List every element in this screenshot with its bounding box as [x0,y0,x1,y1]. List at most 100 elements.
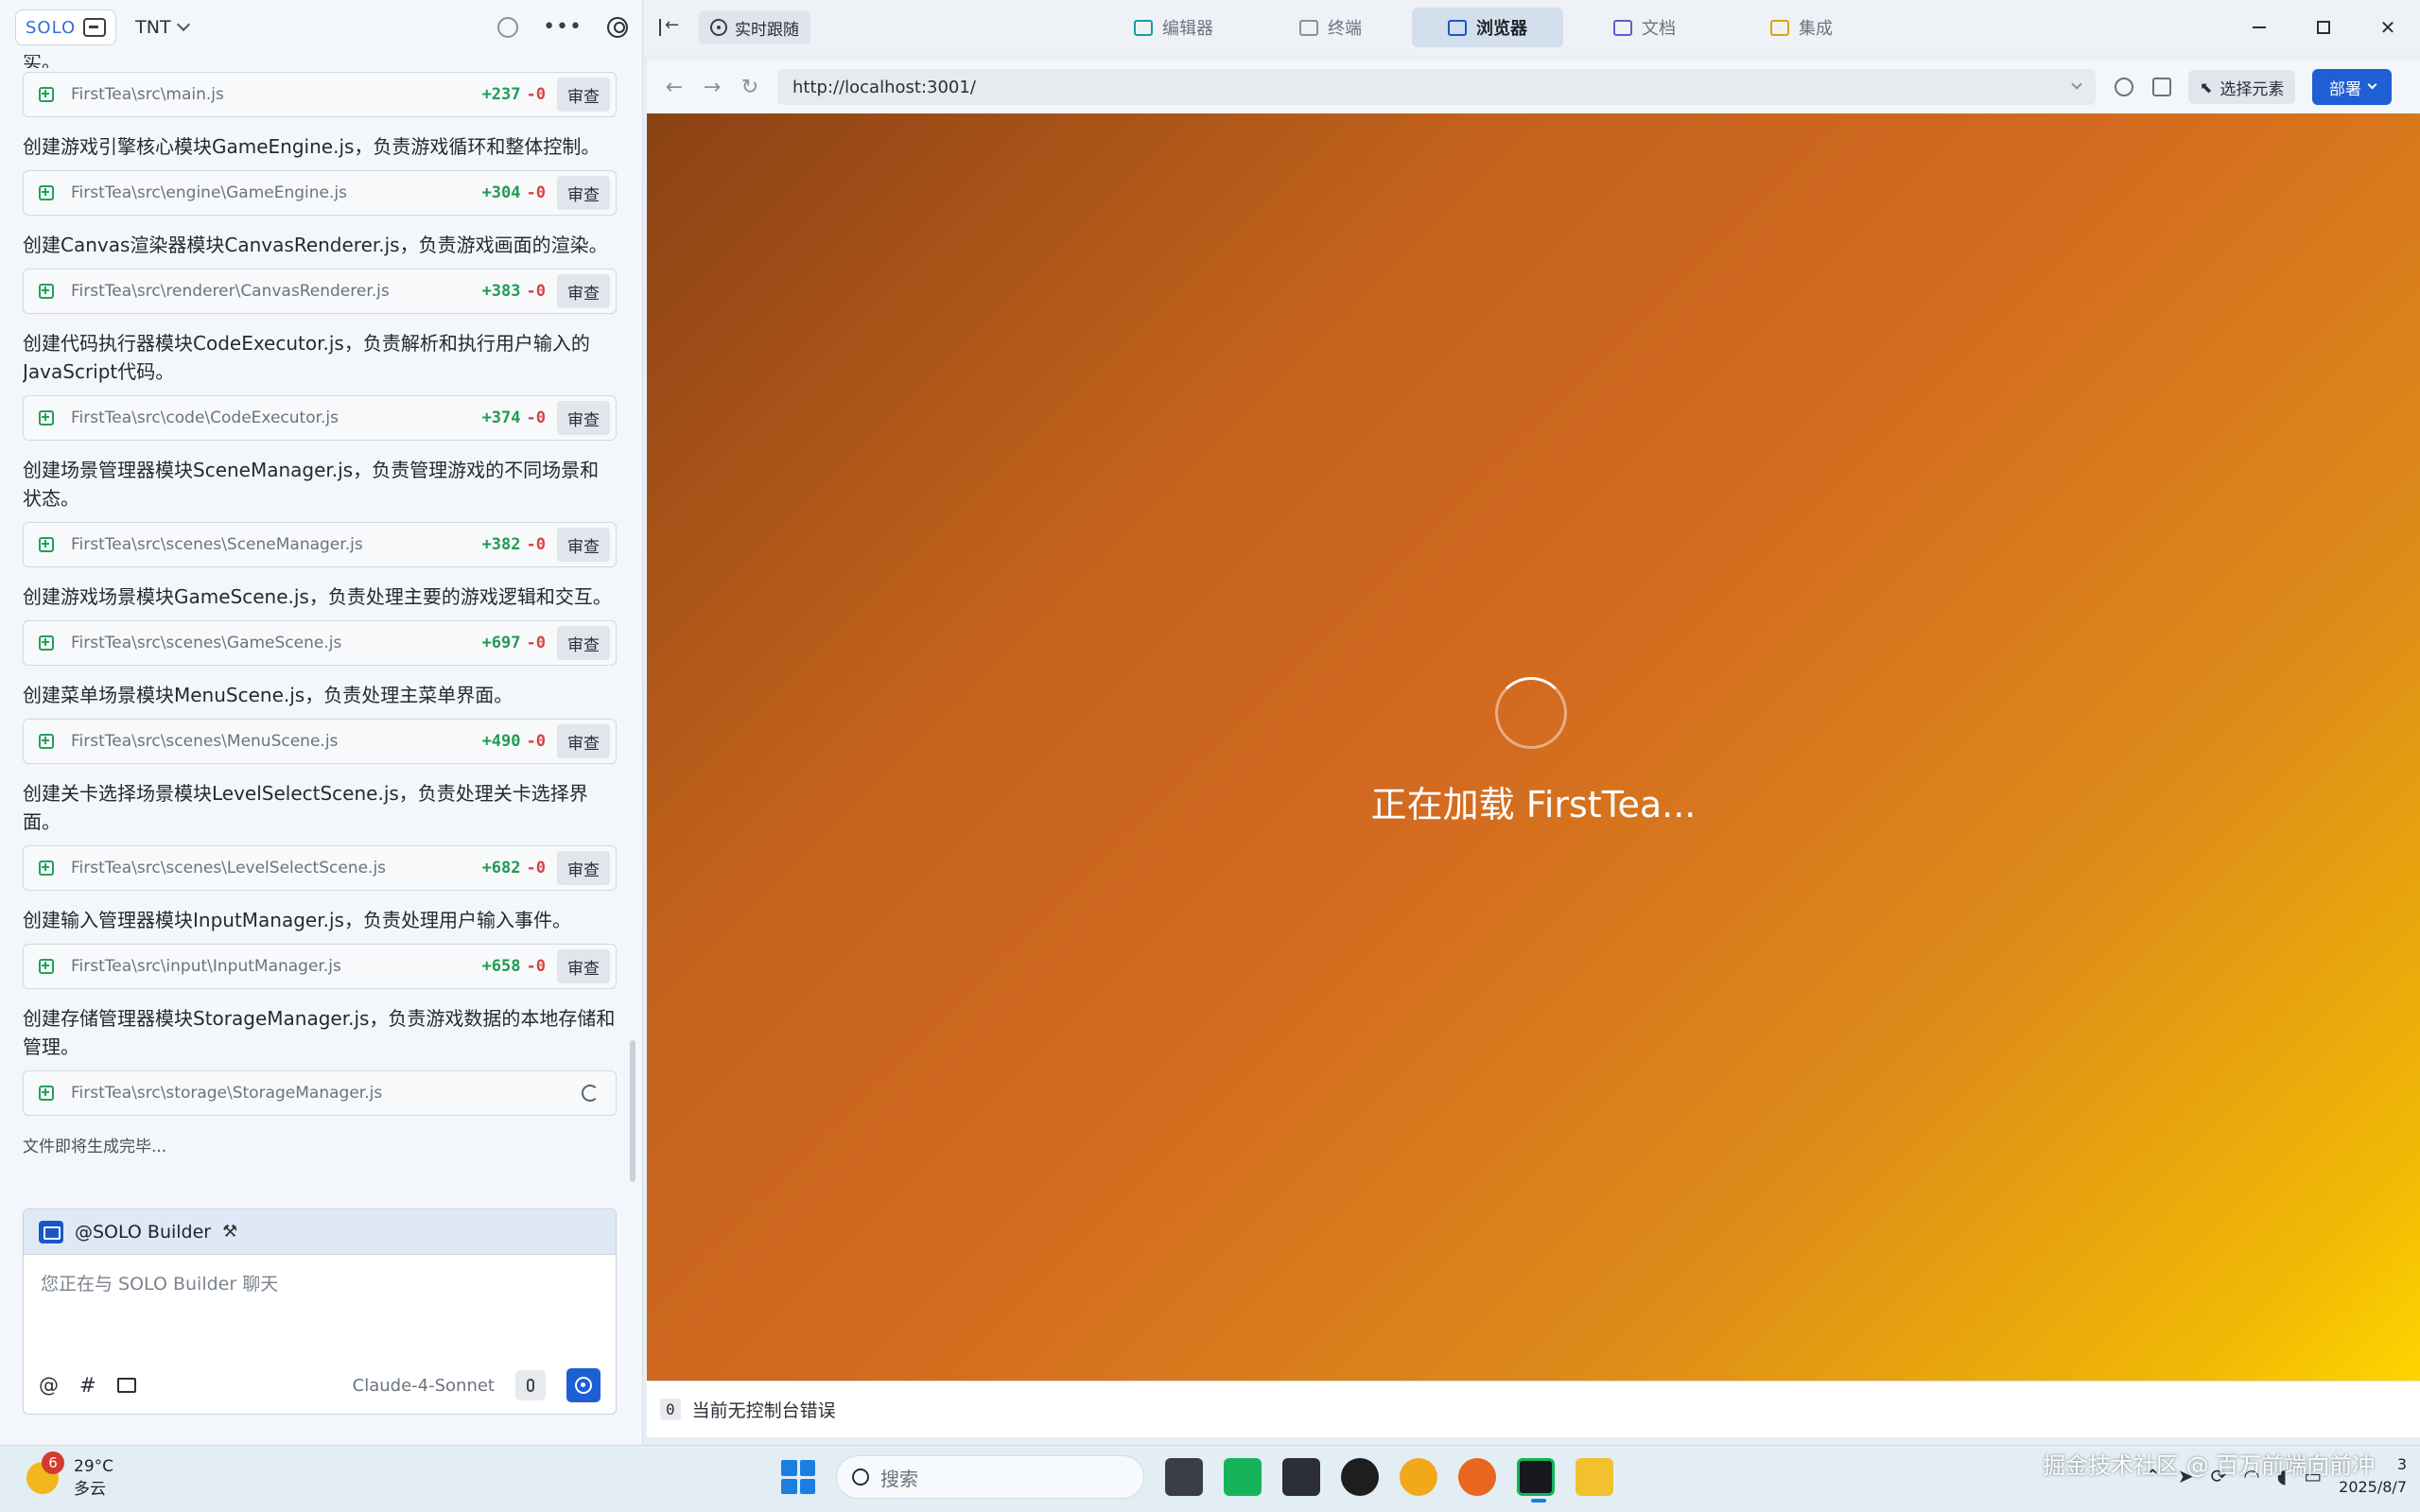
chevron-down-icon [176,17,190,32]
lines-added: +682 [481,859,521,878]
project-selector[interactable]: TNT [135,17,190,38]
chevron-down-icon [2367,79,2377,89]
review-button[interactable]: 审查 [557,401,610,435]
tab-label: 浏览器 [1476,19,1527,39]
responsive-view-icon[interactable] [2152,78,2171,96]
deploy-button[interactable]: 部署 [2312,69,2393,105]
forward-arrow-icon[interactable]: → [702,76,723,99]
lines-removed: -0 [526,535,546,554]
review-button[interactable]: 审查 [557,626,610,660]
chat-message: 创建场景管理器模块SceneManager.js，负责管理游戏的不同场景和状态。 [23,459,600,510]
tab-editor[interactable]: 编辑器 [1098,8,1249,47]
chat-panel: SOLO TNT ••• 实。 FirstTea\src\main.js +237… [0,0,643,1445]
tab-terminal[interactable]: 终端 [1255,8,1406,47]
file-change-card[interactable]: FirstTea\src\scenes\MenuScene.js +490 -0 审查 [23,719,617,764]
solo-mode-toggle[interactable]: SOLO [15,9,117,45]
maximize-icon [2317,21,2330,34]
loading-spinner-icon [582,1085,599,1102]
model-selector[interactable]: Claude-4-Sonnet [353,1376,495,1396]
file-path: FirstTea\src\storage\StorageManager.js [71,1084,383,1103]
file-change-card[interactable]: FirstTea\src\scenes\SceneManager.js +382-… [23,522,617,567]
review-button[interactable]: 审查 [557,724,610,758]
lines-added: +490 [481,732,521,751]
file-change-card-pending[interactable]: FirstTea\src\storage\StorageManager.js [23,1070,617,1116]
chat-scrollbar[interactable] [630,1040,635,1182]
trae-app-icon[interactable] [1517,1458,1555,1503]
file-change-card[interactable]: FirstTea\src\engine\GameEngine.js +304 -0 审… [23,170,617,216]
start-button[interactable] [781,1460,815,1494]
live-follow-icon [710,19,727,36]
file-added-icon [39,185,54,200]
tools-icon[interactable]: ⚒ [222,1222,237,1242]
file-change-card[interactable]: FirstTea\src\scenes\GameScene.js +697 -0 审查 [23,620,617,666]
console-status-bar[interactable]: 0 当前无控制台错误 [647,1381,2420,1437]
file-explorer-app-icon[interactable] [1576,1458,1613,1496]
review-button[interactable]: 审查 [557,176,610,210]
integration-icon [1770,19,1789,36]
file-change-card[interactable]: FirstTea\src\main.js +237 -0 审查 [23,72,617,117]
agent-name: @SOLO Builder [75,1221,212,1243]
weather-badge: 6 [42,1451,64,1474]
file-change-card[interactable]: FirstTea\src\renderer\CanvasRenderer.js +… [23,269,617,314]
chat-textarea[interactable]: 您正在与 SOLO Builder 聊天 [24,1255,616,1359]
lines-removed: -0 [526,634,546,652]
file-path: FirstTea\src\scenes\GameScene.js [71,634,342,652]
jetbrains-app-icon[interactable] [1282,1458,1320,1496]
firefox-app-icon[interactable] [1458,1458,1496,1496]
select-element-button[interactable]: ⬉ 选择元素 [2188,70,2296,104]
chat-history[interactable]: 实。 FirstTea\src\main.js +237 -0 审查 创建游戏引擎核心模… [23,55,617,1199]
mention-icon[interactable]: @ [39,1374,59,1397]
tab-docs[interactable]: 文档 [1569,8,1720,47]
editor-icon [1134,19,1153,36]
review-button[interactable]: 审查 [557,851,610,885]
send-button[interactable] [566,1368,601,1402]
image-upload-icon[interactable] [116,1378,136,1393]
tab-label: 文档 [1642,19,1676,39]
live-follow-button[interactable]: 实时跟随 [699,10,810,44]
file-change-card[interactable]: FirstTea\src\scenes\LevelSelectScene.js +… [23,845,617,891]
microphone-icon [527,1379,534,1392]
qq-app-icon[interactable] [1341,1458,1379,1496]
minimize-button[interactable] [2227,0,2291,55]
chat-message: 创建游戏引擎核心模块GameEngine.js，负责游戏循环和整体控制。 [23,135,601,158]
file-change-card[interactable]: FirstTea\src\input\InputManager.js +658 -0… [23,944,617,989]
terminal-icon [1299,19,1318,36]
file-added-icon [39,87,54,102]
file-path: FirstTea\src\scenes\SceneManager.js [71,535,363,554]
devtools-icon[interactable] [2115,78,2133,96]
file-change-card[interactable]: FirstTea\src\code\CodeExecutor.js +374 -0 审… [23,395,617,441]
review-button[interactable]: 审查 [557,78,610,112]
file-added-icon [39,734,54,749]
review-button[interactable]: 审查 [557,949,610,983]
chevron-down-icon[interactable] [2071,78,2082,90]
voice-input-button[interactable] [515,1370,546,1400]
cursor-icon: ⬉ [2200,78,2213,96]
more-options-icon[interactable]: ••• [543,17,583,38]
maximize-button[interactable] [2291,0,2356,55]
taskbar-search[interactable]: 搜索 [836,1455,1144,1499]
tab-label: 编辑器 [1162,19,1213,39]
file-added-icon [39,1086,54,1101]
chat-message: 创建游戏场景模块GameScene.js，负责处理主要的游戏逻辑和交互。 [23,585,612,608]
url-input[interactable]: http://localhost:3001/ [777,69,2096,105]
browser-viewport[interactable]: 正在加载 FirstTea... [647,113,2420,1381]
chat-message: 创建存储管理器模块StorageManager.js，负责游戏数据的本地存储和管… [23,1007,616,1058]
weather-widget[interactable]: 29°C 多云 [26,1455,113,1501]
review-button[interactable]: 审查 [557,274,610,308]
file-added-icon [39,410,54,426]
reload-icon[interactable]: ↻ [740,76,760,99]
new-chat-icon[interactable] [497,17,519,38]
review-button[interactable]: 审查 [557,528,610,562]
collapse-panel-icon[interactable] [659,15,682,36]
back-arrow-icon[interactable]: ← [664,76,685,99]
wechat-app-icon[interactable] [1224,1458,1262,1496]
minimize-icon [2253,26,2266,28]
file-added-icon [39,959,54,974]
close-window-button[interactable]: ✕ [2356,0,2420,55]
account-icon[interactable] [607,17,628,38]
context-hash-icon[interactable]: # [79,1374,96,1397]
weather-app-icon[interactable] [1400,1458,1437,1496]
taskview-app-icon[interactable] [1165,1458,1203,1496]
tab-browser[interactable]: 浏览器 [1412,8,1563,47]
tab-integration[interactable]: 集成 [1726,8,1877,47]
